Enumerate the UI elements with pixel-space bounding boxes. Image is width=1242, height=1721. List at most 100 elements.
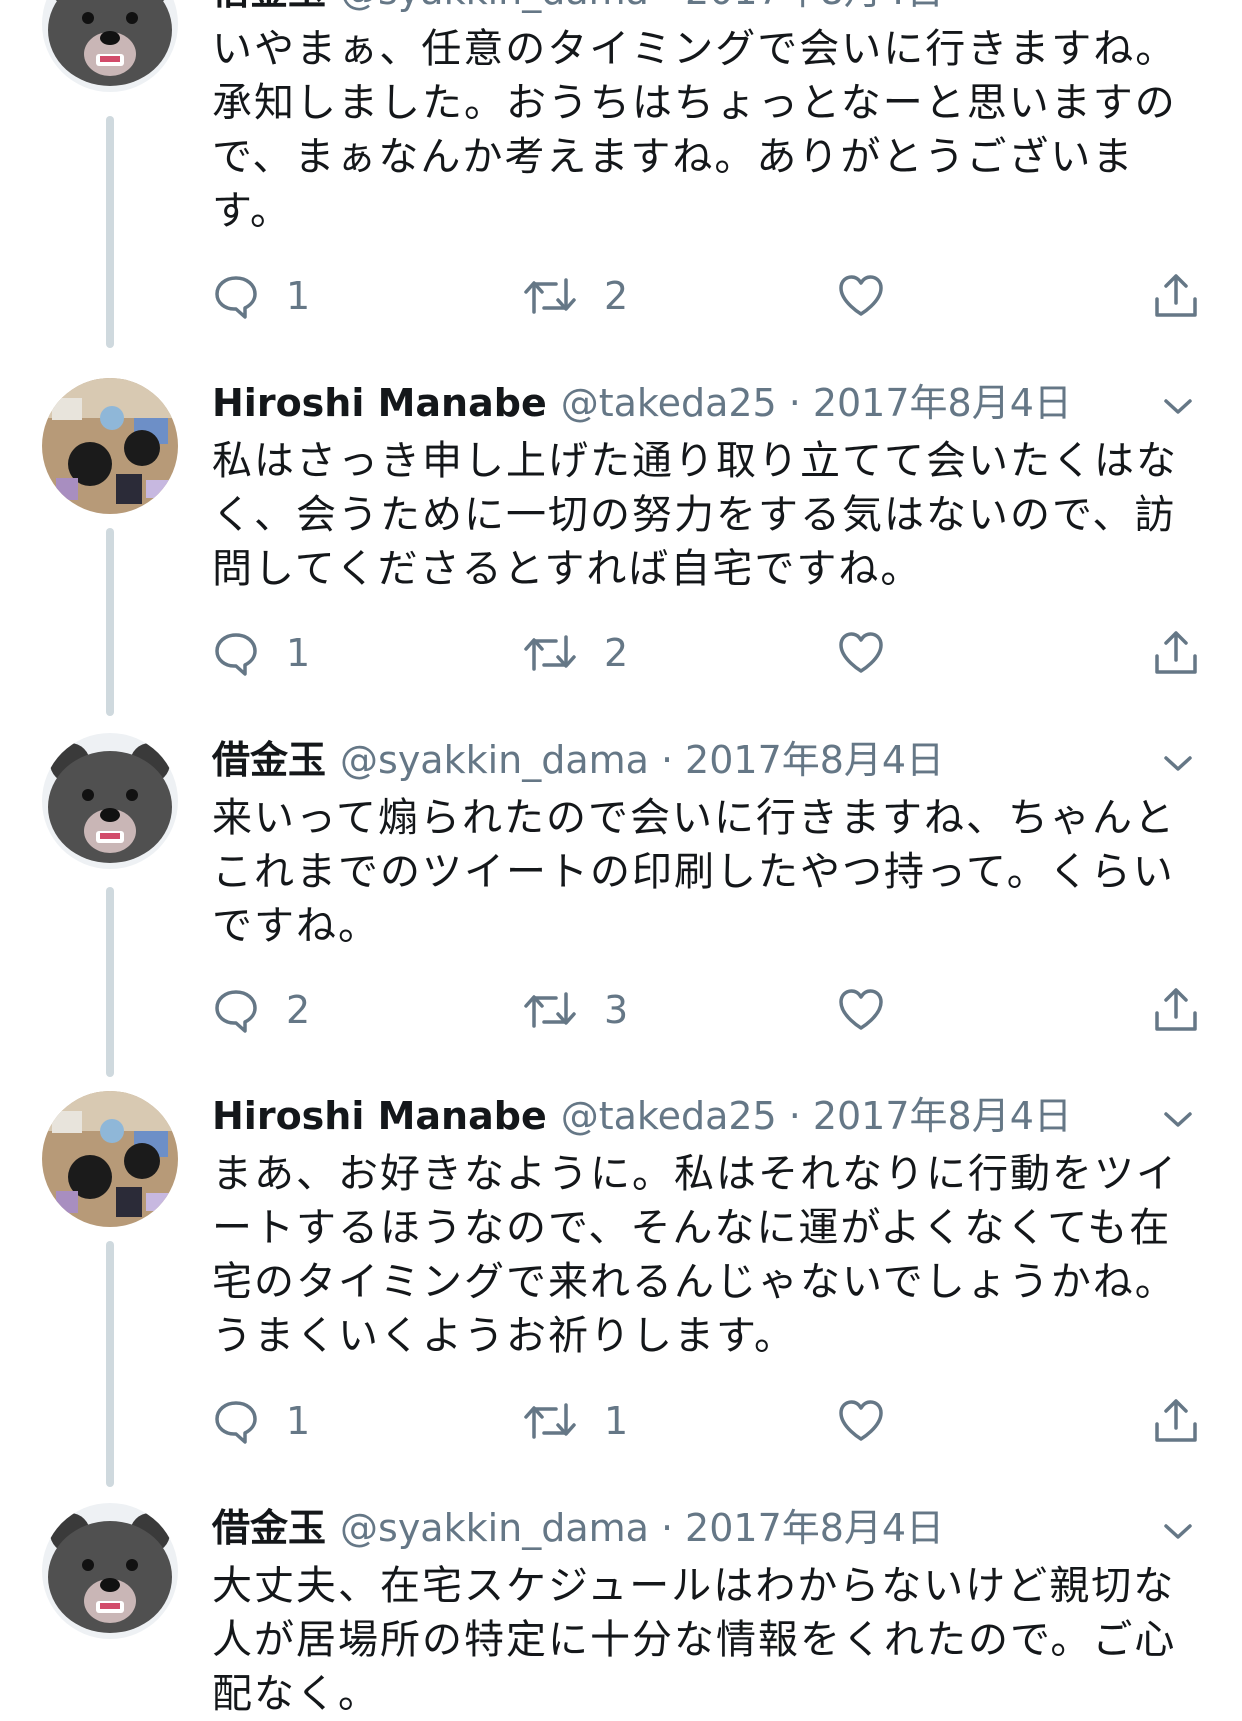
share-button[interactable] (1152, 985, 1200, 1035)
thread-line (106, 1241, 114, 1487)
like-button[interactable] (836, 628, 886, 678)
chevron-down-icon[interactable] (1160, 1101, 1196, 1137)
reply-icon (215, 633, 257, 676)
photo-avatar-icon (42, 1091, 178, 1227)
tweet-date[interactable]: 2017年8月4日 (813, 1091, 1072, 1141)
tweet-thread: 借金玉 @syakkin_dama · 2017年8月4日 いやまぁ、任意のタイ… (0, 0, 1242, 1717)
share-button[interactable] (1152, 271, 1200, 321)
separator-dot: · (788, 381, 801, 425)
author-name[interactable]: 借金玉 (212, 735, 326, 785)
retweet-button[interactable]: 3 (522, 985, 628, 1035)
author-handle[interactable]: @syakkin_dama (340, 0, 649, 16)
retweet-icon (524, 1403, 576, 1439)
tweet-text-line: 承知しました。おうちはちょっとなーと思いますの (212, 80, 1177, 126)
thread-line (106, 887, 114, 1077)
separator-dot: · (788, 1094, 801, 1138)
like-button[interactable] (836, 271, 886, 321)
tweet-text-line: うまくいくようお祈りします。 (212, 1313, 796, 1359)
reply-button[interactable]: 2 (212, 985, 310, 1035)
like-button[interactable] (836, 1396, 886, 1446)
tweet-text-line: 宅のタイミングで来れるんじゃないでしょうかね。 (212, 1259, 1177, 1305)
separator-dot: · (660, 738, 674, 782)
chevron-down-icon[interactable] (1160, 745, 1196, 781)
reply-button[interactable]: 1 (212, 271, 310, 321)
tweet-text-line: す。 (212, 188, 292, 234)
tweet-text-line: 配なく。 (212, 1671, 380, 1717)
retweet-icon (524, 635, 576, 671)
retweet-count: 3 (604, 988, 629, 1032)
share-icon (1155, 988, 1197, 1031)
avatar[interactable] (42, 733, 178, 869)
bear-avatar-icon (42, 733, 178, 869)
reply-count: 2 (286, 988, 311, 1032)
reply-count: 1 (286, 631, 311, 675)
author-name[interactable]: Hiroshi Manabe (212, 1091, 547, 1141)
tweet-date[interactable]: 2017年8月4日 (685, 0, 944, 16)
chevron-down-icon[interactable] (1160, 388, 1196, 424)
like-button[interactable] (836, 985, 886, 1035)
tweet-text-line: 問してくださるとすれば自宅ですね。 (212, 546, 923, 592)
tweet-date[interactable]: 2017年8月4日 (685, 1503, 944, 1553)
author-handle[interactable]: @syakkin_dama (340, 1503, 649, 1553)
author-name[interactable]: 借金玉 (212, 0, 326, 16)
tweet-text-line: いやまぁ、任意のタイミングで会いに行きますね。 (212, 26, 1178, 72)
retweet-icon (524, 992, 576, 1028)
share-button[interactable] (1152, 1396, 1200, 1446)
tweet-text: まあ、お好きなように。私はそれなりに行動をツイ ートするほうなので、そんなに運が… (212, 1147, 1202, 1363)
thread-line (106, 528, 114, 716)
tweet-text: 大丈夫、在宅スケジュールはわからないけど親切な 人が居場所の特定に十分な情報をく… (212, 1559, 1202, 1721)
tweet-date[interactable]: 2017年8月4日 (813, 378, 1072, 428)
avatar[interactable] (42, 0, 178, 92)
tweet-text-line: 大丈夫、在宅スケジュールはわからないけど親切な (212, 1563, 1176, 1609)
separator-dot: · (660, 1506, 674, 1550)
avatar[interactable] (42, 1091, 178, 1227)
tweet-header: 借金玉 @syakkin_dama · 2017年8月4日 (212, 1503, 944, 1553)
avatar[interactable] (42, 1503, 178, 1639)
tweet-date[interactable]: 2017年8月4日 (685, 735, 944, 785)
share-button[interactable] (1152, 628, 1200, 678)
tweet-text-line: く、会うために一切の努力をする気はないので、訪 (212, 492, 1177, 538)
chevron-down-icon[interactable] (1160, 1513, 1196, 1549)
author-name[interactable]: Hiroshi Manabe (212, 378, 547, 428)
retweet-icon (524, 278, 576, 314)
tweet-text-line: ートするほうなので、そんなに運がよくなくても在 (212, 1205, 1172, 1251)
share-icon (1155, 631, 1197, 674)
tweet-text-line: 来いって煽られたので会いに行きますね、ちゃんと (212, 795, 1176, 841)
tweet-header: Hiroshi Manabe @takeda25 · 2017年8月4日 (212, 378, 1072, 428)
tweet-text-line: 人が居場所の特定に十分な情報をくれたので。ご心 (212, 1617, 1177, 1663)
separator-dot: · (661, 0, 673, 16)
share-icon (1155, 274, 1197, 317)
bear-avatar-icon (42, 1503, 178, 1639)
reply-count: 1 (286, 1399, 311, 1443)
retweet-button[interactable]: 1 (522, 1396, 628, 1446)
tweet-text: 私はさっき申し上げた通り取り立てて会いたくはな く、会うために一切の努力をする気… (212, 434, 1202, 596)
retweet-count: 2 (604, 631, 629, 675)
like-icon (839, 1400, 883, 1441)
retweet-count: 1 (604, 1399, 629, 1443)
like-icon (839, 632, 883, 673)
tweet-header: 借金玉 @syakkin_dama · 2017年8月4日 (212, 0, 944, 16)
retweet-count: 2 (604, 274, 629, 318)
reply-button[interactable]: 1 (212, 1396, 310, 1446)
author-name[interactable]: 借金玉 (212, 1503, 326, 1553)
reply-count: 1 (286, 274, 311, 318)
reply-icon (215, 990, 257, 1033)
author-handle[interactable]: @takeda25 (561, 378, 777, 428)
photo-avatar-icon (42, 378, 178, 514)
tweet-header: Hiroshi Manabe @takeda25 · 2017年8月4日 (212, 1091, 1072, 1141)
share-icon (1155, 1399, 1197, 1442)
avatar[interactable] (42, 378, 178, 514)
tweet-text-line: ですね。 (212, 903, 380, 949)
reply-button[interactable]: 1 (212, 628, 310, 678)
tweet-text-line: まあ、お好きなように。私はそれなりに行動をツイ (212, 1151, 1178, 1197)
author-handle[interactable]: @syakkin_dama (340, 735, 649, 785)
thread-line (106, 116, 114, 348)
reply-icon (215, 276, 257, 319)
tweet-text-line: で、まぁなんか考えますね。ありがとうございま (212, 134, 1135, 180)
tweet-text: いやまぁ、任意のタイミングで会いに行きますね。 承知しました。おうちはちょっとな… (212, 22, 1202, 238)
retweet-button[interactable]: 2 (522, 628, 628, 678)
tweet-text: 来いって煽られたので会いに行きますね、ちゃんと これまでのツイートの印刷したやつ… (212, 791, 1202, 953)
author-handle[interactable]: @takeda25 (561, 1091, 777, 1141)
reply-icon (215, 1401, 257, 1444)
retweet-button[interactable]: 2 (522, 271, 628, 321)
